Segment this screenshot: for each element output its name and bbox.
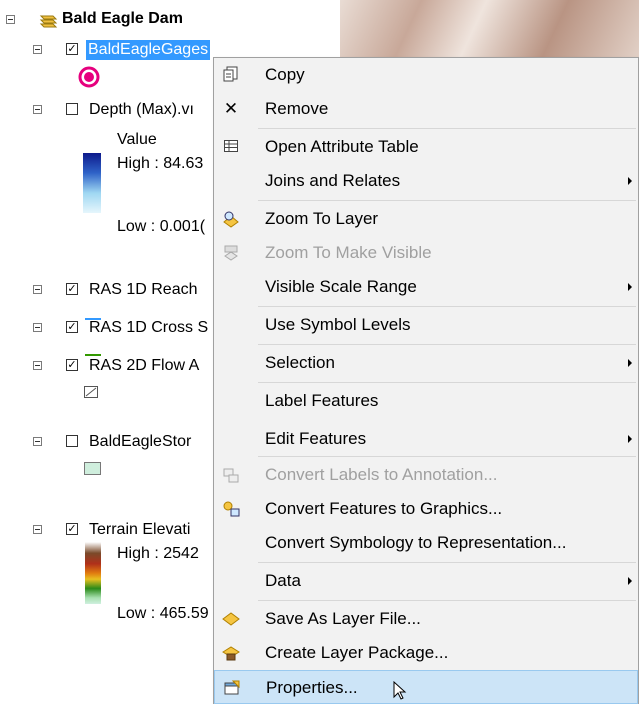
menu-item-label: Open Attribute Table — [265, 137, 419, 156]
layer-name-storage[interactable]: BaldEagleStor — [89, 432, 191, 452]
menu-item-edit-features[interactable]: Edit Features — [214, 422, 638, 456]
table-icon — [222, 138, 240, 156]
layer-name-cross-sections[interactable]: RAS 1D Cross S — [89, 318, 208, 338]
layer-name-baldeaglegages[interactable]: BaldEagleGages — [86, 40, 211, 60]
collapse-icon[interactable] — [6, 15, 15, 24]
mouse-cursor-icon — [393, 681, 407, 700]
menu-item-label: Convert Labels to Annotation... — [265, 465, 498, 484]
menu-item-create-layer-package[interactable]: Create Layer Package... — [214, 636, 638, 670]
menu-item-label: Copy — [265, 65, 305, 84]
menu-item-selection[interactable]: Selection — [214, 346, 638, 380]
layer-file-icon — [222, 610, 240, 628]
legend-low: Low : 465.59 — [117, 605, 209, 622]
flow-area-symbol — [84, 386, 98, 398]
menu-item-label: Zoom To Make Visible — [265, 243, 432, 262]
layer-checkbox[interactable] — [66, 435, 78, 447]
menu-item-label: Data — [265, 571, 301, 590]
zoom-layer-icon — [222, 210, 240, 228]
collapse-icon[interactable] — [33, 45, 42, 54]
submenu-arrow-icon — [628, 359, 632, 367]
layer-package-icon — [222, 644, 240, 662]
group-title[interactable]: Bald Eagle Dam — [62, 9, 183, 29]
menu-item-open-attribute-table[interactable]: Open Attribute Table — [214, 130, 638, 164]
layer-checkbox[interactable]: ✓ — [66, 321, 78, 333]
layer-checkbox[interactable]: ✓ — [66, 523, 78, 535]
menu-item-label: Joins and Relates — [265, 171, 401, 190]
gage-point-symbol — [78, 66, 100, 88]
menu-item-joins-relates[interactable]: Joins and Relates — [214, 164, 638, 198]
collapse-icon[interactable] — [33, 323, 42, 332]
menu-item-label: Convert Features to Graphics... — [265, 499, 503, 518]
depth-color-ramp — [83, 153, 101, 213]
layer-context-menu: Copy ✕ Remove Open Attribute Table Joins… — [213, 57, 639, 704]
layer-checkbox[interactable]: ✓ — [66, 283, 78, 295]
submenu-arrow-icon — [628, 435, 632, 443]
collapse-icon[interactable] — [33, 437, 42, 446]
menu-item-label: Convert Symbology to Representation... — [265, 533, 567, 552]
submenu-arrow-icon — [628, 577, 632, 585]
layer-checkbox[interactable]: ✓ — [66, 359, 78, 371]
legend-heading: Value — [117, 131, 157, 148]
menu-item-properties[interactable]: Properties... — [214, 670, 638, 704]
menu-item-label: Use Symbol Levels — [265, 315, 411, 334]
legend-high: High : 2542 — [117, 545, 199, 562]
menu-item-convert-graphics[interactable]: Convert Features to Graphics... — [214, 492, 638, 526]
menu-item-label: Label Features — [265, 391, 379, 410]
properties-icon — [223, 679, 241, 697]
layer-name-depth[interactable]: Depth (Max).vı — [89, 100, 194, 120]
terrain-color-ramp — [85, 542, 101, 604]
collapse-icon[interactable] — [33, 525, 42, 534]
zoom-visible-icon — [222, 244, 240, 262]
collapse-icon[interactable] — [33, 285, 42, 294]
menu-item-label-features[interactable]: Label Features — [214, 384, 638, 418]
map-view[interactable] — [340, 0, 639, 60]
layer-name-2d-flow[interactable]: RAS 2D Flow A — [89, 356, 199, 376]
collapse-icon[interactable] — [33, 105, 42, 114]
menu-item-convert-symbology[interactable]: Convert Symbology to Representation... — [214, 526, 638, 560]
menu-item-label: Create Layer Package... — [265, 643, 449, 662]
menu-item-label: Properties... — [266, 678, 358, 697]
menu-item-visible-scale-range[interactable]: Visible Scale Range — [214, 270, 638, 304]
menu-item-label: Visible Scale Range — [265, 277, 417, 296]
menu-item-convert-labels[interactable]: Convert Labels to Annotation... — [214, 458, 638, 492]
menu-item-label: Selection — [265, 353, 335, 372]
menu-item-remove[interactable]: ✕ Remove — [214, 92, 638, 126]
menu-item-use-symbol-levels[interactable]: Use Symbol Levels — [214, 308, 638, 342]
submenu-arrow-icon — [628, 177, 632, 185]
storage-area-symbol — [84, 462, 101, 475]
menu-item-data[interactable]: Data — [214, 564, 638, 598]
menu-item-label: Save As Layer File... — [265, 609, 421, 628]
remove-icon: ✕ — [223, 99, 239, 118]
submenu-arrow-icon — [628, 283, 632, 291]
menu-item-copy[interactable]: Copy — [214, 58, 638, 92]
collapse-icon[interactable] — [33, 361, 42, 370]
copy-icon — [222, 66, 240, 84]
menu-item-zoom-to-layer[interactable]: Zoom To Layer — [214, 202, 638, 236]
menu-item-save-layer-file[interactable]: Save As Layer File... — [214, 602, 638, 636]
legend-high: High : 84.63 — [117, 155, 204, 172]
layer-name-terrain[interactable]: Terrain Elevati — [89, 520, 190, 540]
legend-low: Low : 0.001( — [117, 218, 206, 235]
menu-item-label: Remove — [265, 99, 329, 118]
menu-item-label: Zoom To Layer — [265, 209, 379, 228]
layer-checkbox[interactable]: ✓ — [66, 43, 78, 55]
convert-labels-icon — [222, 466, 240, 484]
menu-item-zoom-make-visible[interactable]: Zoom To Make Visible — [214, 236, 638, 270]
layer-checkbox[interactable] — [66, 103, 78, 115]
menu-item-label: Edit Features — [265, 429, 367, 448]
layer-name-reach[interactable]: RAS 1D Reach — [89, 280, 198, 300]
convert-graphics-icon — [222, 500, 240, 518]
layer-group-icon — [39, 15, 58, 28]
